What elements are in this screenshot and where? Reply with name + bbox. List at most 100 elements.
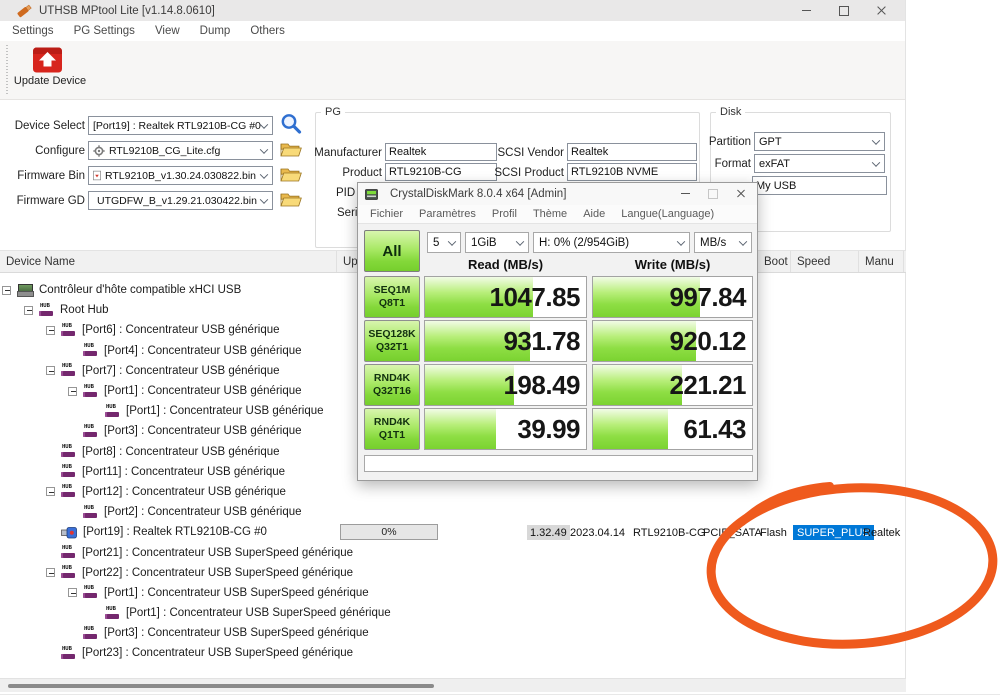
- tree-item-label: [Port23] : Concentrateur USB SuperSpeed …: [82, 647, 353, 659]
- scsi-vendor-field[interactable]: [567, 143, 697, 161]
- update-device-label: Update Device: [14, 75, 86, 87]
- device-select-combo[interactable]: [Port19] : Realtek RTL9210B-CG #0: [88, 116, 273, 135]
- chevron-down-icon: [260, 145, 268, 153]
- read-value: 198.49: [503, 365, 580, 406]
- tree-item-label: [Port6] : Concentrateur USB générique: [82, 324, 280, 336]
- collapse-icon[interactable]: [2, 286, 11, 295]
- scsi-vendor-label: SCSI Vendor: [482, 147, 564, 159]
- partition-value: GPT: [759, 136, 782, 148]
- test-name: SEQ1M: [374, 284, 411, 297]
- tree-item-port21[interactable]: [Port21] : Concentrateur USB SuperSpeed …: [0, 542, 906, 562]
- cdm-comment-field[interactable]: [364, 455, 753, 472]
- cdm-rnd4k-q1t1-button[interactable]: RND4K Q1T1: [364, 408, 420, 450]
- cdm-seq128k-q32t1-button[interactable]: SEQ128K Q32T1: [364, 320, 420, 362]
- chevron-down-icon: [260, 195, 268, 203]
- cdm-menu-fichier[interactable]: Fichier: [362, 208, 411, 220]
- write-value: 61.43: [683, 409, 746, 450]
- cdm-menu-langue[interactable]: Langue(Language): [613, 208, 722, 220]
- tree-item-label: [Port22] : Concentrateur USB SuperSpeed …: [82, 567, 353, 579]
- format-label: Format: [700, 158, 751, 170]
- tree-item-label: [Port1] : Concentrateur USB SuperSpeed g…: [126, 607, 391, 619]
- partition-select[interactable]: GPT: [754, 132, 885, 151]
- cdm-seq128k-read-cell: 931.78: [424, 320, 587, 362]
- header-manu[interactable]: Manu: [858, 251, 903, 272]
- read-value: 39.99: [517, 409, 580, 450]
- tree-item-label: [Port8] : Concentrateur USB générique: [82, 446, 280, 458]
- tree-item-label: [Port21] : Concentrateur USB SuperSpeed …: [82, 547, 353, 559]
- header-boot[interactable]: Boot: [757, 251, 790, 272]
- update-device-button[interactable]: Update Device: [10, 45, 90, 98]
- cdm-menu-aide[interactable]: Aide: [575, 208, 613, 220]
- port19-speed-badge: SUPER_PLUS: [793, 525, 874, 540]
- folder-browse-icon[interactable]: [280, 191, 302, 213]
- cdm-menu-theme[interactable]: Thème: [525, 208, 575, 220]
- cdm-close-button[interactable]: [727, 183, 755, 204]
- folder-browse-icon[interactable]: [280, 166, 302, 188]
- minimize-button[interactable]: [787, 0, 825, 21]
- usb-hub-icon: [61, 546, 76, 559]
- collapse-icon[interactable]: [46, 568, 55, 577]
- collapse-icon[interactable]: [68, 588, 77, 597]
- cdm-menu-profil[interactable]: Profil: [484, 208, 525, 220]
- tree-item-port22-port1[interactable]: [Port1] : Concentrateur USB SuperSpeed g…: [0, 583, 906, 603]
- scsi-product-field[interactable]: [567, 163, 697, 181]
- port19-fw-date: 2023.04.14: [570, 525, 625, 540]
- tree-item-port22-port1-port1[interactable]: [Port1] : Concentrateur USB SuperSpeed g…: [0, 603, 906, 623]
- close-button[interactable]: [863, 0, 901, 21]
- cdm-seq1m-write-cell: 997.84: [592, 276, 753, 318]
- tree-item-port22[interactable]: [Port22] : Concentrateur USB SuperSpeed …: [0, 563, 906, 583]
- collapse-icon[interactable]: [68, 387, 77, 396]
- menu-view[interactable]: View: [145, 25, 190, 37]
- window-controls: [787, 0, 901, 21]
- chevron-down-icon: [260, 120, 268, 128]
- cdm-write-header: Write (MB/s): [592, 255, 753, 273]
- tree-item-port23[interactable]: [Port23] : Concentrateur USB SuperSpeed …: [0, 643, 906, 663]
- maximize-button[interactable]: [825, 0, 863, 21]
- usb-hub-icon: [83, 344, 98, 357]
- tree-item-port12[interactable]: [Port12] : Concentrateur USB générique: [0, 482, 906, 502]
- port19-chip-name: RTL9210B-CG: [633, 525, 706, 540]
- product-field[interactable]: [385, 163, 497, 181]
- cdm-menu-parametres[interactable]: Paramètres: [411, 208, 484, 220]
- configure-label: Configure: [0, 145, 85, 157]
- cdm-target-drive-select[interactable]: H: 0% (2/954GiB): [533, 232, 690, 253]
- tree-item-label: [Port19] : Realtek RTL9210B-CG #0: [83, 526, 267, 538]
- cdm-test-size-select[interactable]: 1GiB: [465, 232, 529, 253]
- cdm-rnd4k32-write-cell: 221.21: [592, 364, 753, 406]
- scrollbar-thumb[interactable]: [8, 684, 434, 688]
- usb-hub-icon: [61, 485, 76, 498]
- cdm-all-button[interactable]: All: [364, 230, 420, 272]
- unit-value: MB/s: [700, 237, 726, 249]
- collapse-icon[interactable]: [46, 366, 55, 375]
- search-device-button[interactable]: [279, 112, 303, 141]
- cdm-minimize-button[interactable]: [671, 183, 699, 204]
- menu-settings[interactable]: Settings: [2, 25, 64, 37]
- test-name: RND4K: [374, 372, 410, 385]
- result-bar: [425, 409, 496, 449]
- tree-item-port22-port3[interactable]: [Port3] : Concentrateur USB SuperSpeed g…: [0, 623, 906, 643]
- header-speed[interactable]: Speed: [790, 251, 858, 272]
- folder-browse-icon[interactable]: [280, 141, 302, 163]
- header-device-name[interactable]: Device Name: [0, 251, 336, 272]
- firmware-gd-combo[interactable]: UTGDFW_B_v1.29.21.030422.bin: [88, 191, 273, 210]
- cdm-test-count-select[interactable]: 5: [427, 232, 461, 253]
- configure-combo[interactable]: RTL9210B_CG_Lite.cfg: [88, 141, 273, 160]
- cdm-read-header: Read (MB/s): [424, 255, 587, 273]
- volume-label-field[interactable]: [752, 176, 887, 195]
- collapse-icon[interactable]: [24, 306, 33, 315]
- tree-item-port12-port2[interactable]: [Port2] : Concentrateur USB générique: [0, 502, 906, 522]
- manufacturer-field[interactable]: [385, 143, 497, 161]
- menu-pg-settings[interactable]: PG Settings: [64, 25, 145, 37]
- cdm-unit-select[interactable]: MB/s: [694, 232, 752, 253]
- menu-dump[interactable]: Dump: [190, 25, 241, 37]
- tree-item-label: [Port2] : Concentrateur USB générique: [104, 506, 302, 518]
- collapse-icon[interactable]: [46, 487, 55, 496]
- horizontal-scrollbar[interactable]: [0, 678, 906, 692]
- collapse-icon[interactable]: [46, 326, 55, 335]
- cdm-rnd4k-q32t16-button[interactable]: RND4K Q32T16: [364, 364, 420, 406]
- usb-hub-icon: [61, 566, 76, 579]
- menu-others[interactable]: Others: [240, 25, 295, 37]
- format-select[interactable]: exFAT: [754, 154, 885, 173]
- cdm-seq1m-q8t1-button[interactable]: SEQ1M Q8T1: [364, 276, 420, 318]
- firmware-bin-combo[interactable]: RTL9210B_v1.30.24.030822.bin: [88, 166, 273, 185]
